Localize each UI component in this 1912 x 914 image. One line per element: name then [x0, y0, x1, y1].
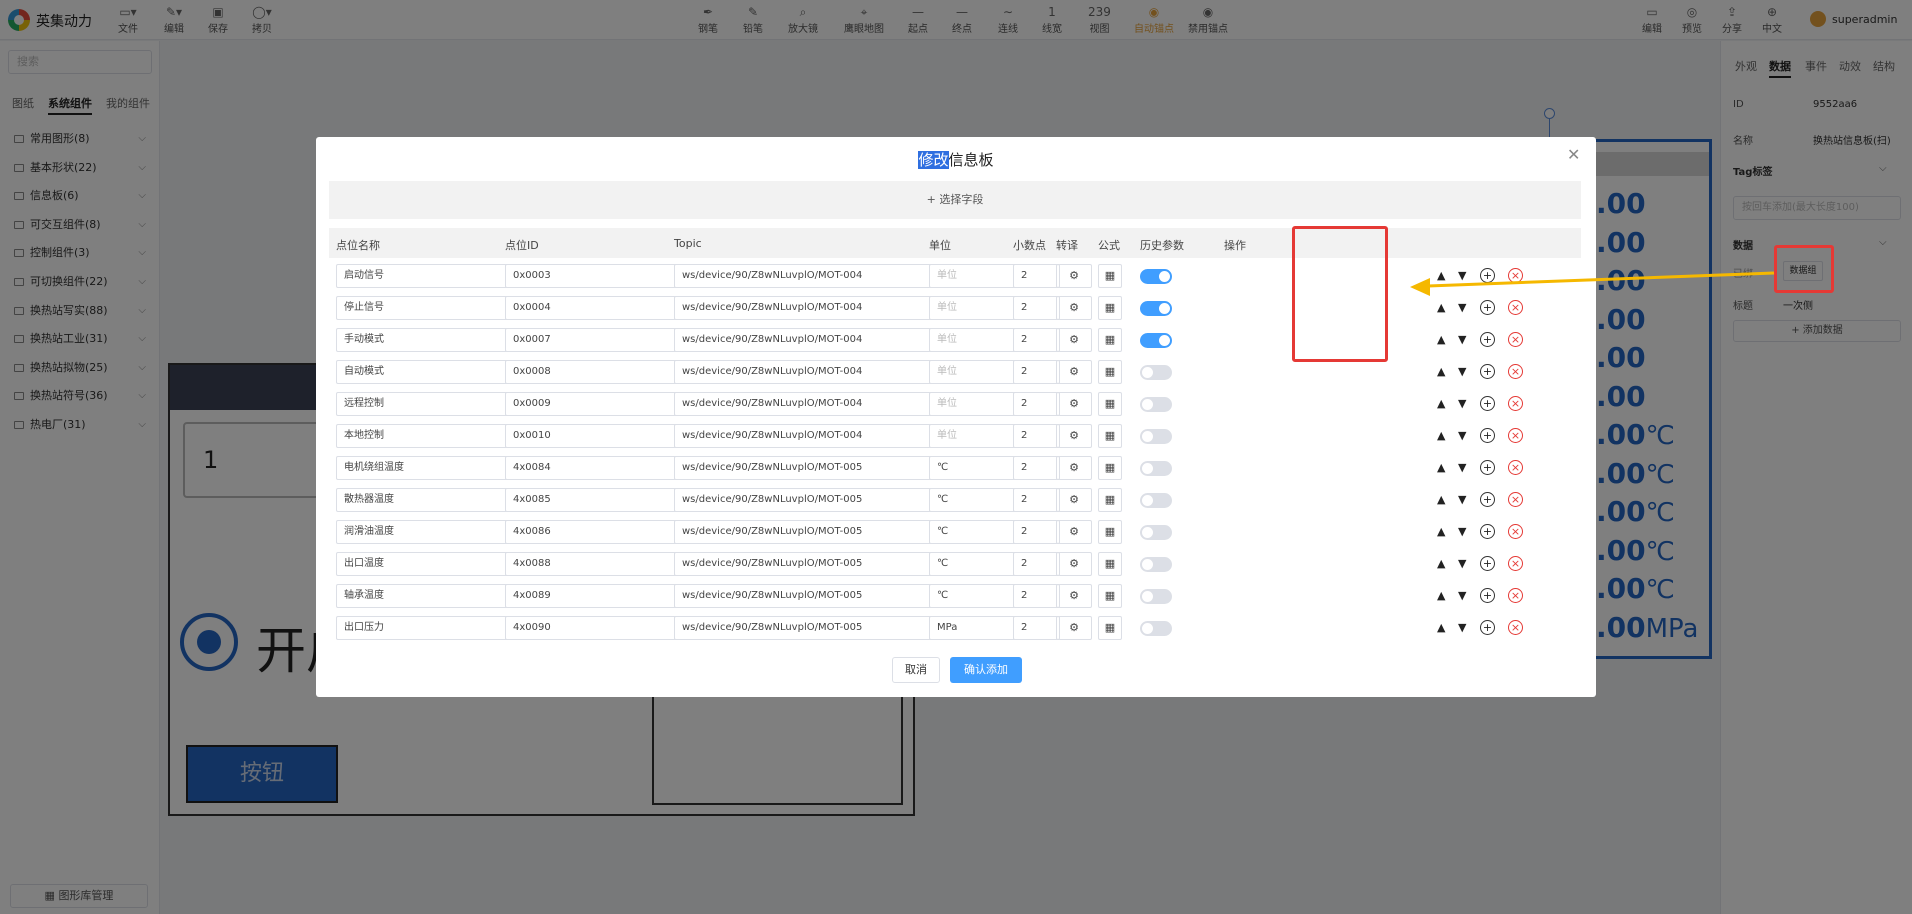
annotation-arrow-head [1410, 278, 1430, 296]
annotation-arrow-line [1427, 271, 1775, 288]
annotation-arrow [1410, 271, 1775, 296]
